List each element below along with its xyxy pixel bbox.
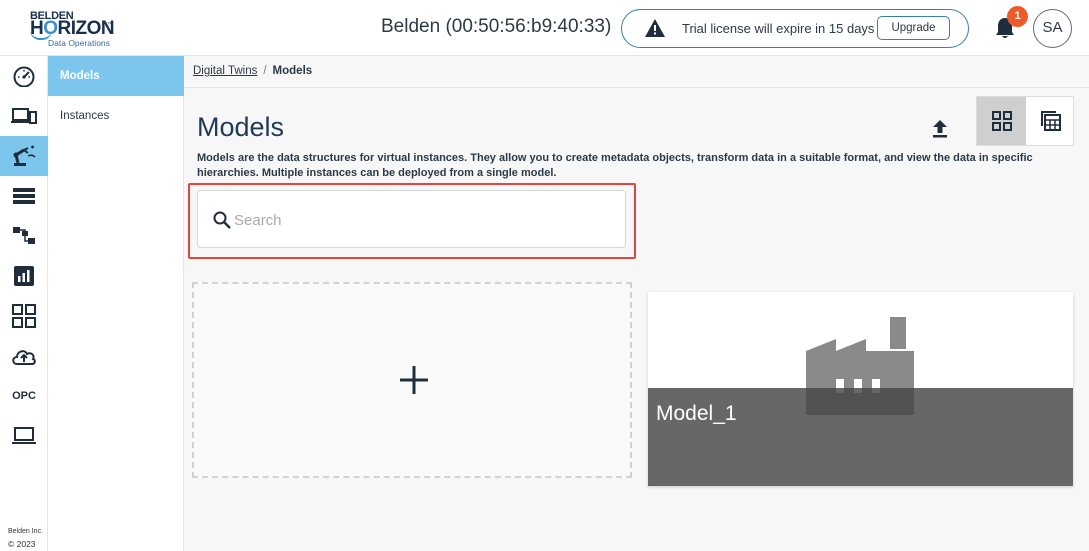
rail-item-dashboard[interactable]	[0, 56, 48, 96]
opc-icon: OPC	[12, 390, 36, 402]
sub-navigation: Models Instances	[48, 56, 184, 551]
search-box[interactable]	[197, 190, 626, 248]
dashboard-icon	[13, 66, 35, 87]
breadcrumb-current: Models	[272, 65, 313, 77]
rail-item-opc[interactable]: OPC	[0, 376, 48, 416]
rail-item-cloud[interactable]	[0, 336, 48, 376]
page-description: Models are the data structures for virtu…	[197, 152, 1033, 179]
rail-item-laptop[interactable]	[0, 416, 48, 456]
subnav-item-instances[interactable]: Instances	[48, 96, 184, 136]
model-card[interactable]: Model_1	[648, 292, 1073, 486]
footer-copyright: © 2023	[8, 539, 36, 549]
rail-item-devices[interactable]	[0, 96, 48, 136]
page-title: Models	[197, 112, 285, 142]
license-banner: Trial license will expire in 15 days Upg…	[621, 9, 969, 48]
devices-icon	[11, 108, 37, 124]
rail-footer: Belden Inc. © 2023	[8, 526, 43, 550]
list-icon	[13, 188, 35, 204]
grid-view-button[interactable]	[977, 97, 1026, 145]
breadcrumb-digital-twins[interactable]: Digital Twins	[193, 65, 257, 77]
add-model-card[interactable]	[192, 282, 632, 478]
breadcrumb-separator: /	[263, 65, 267, 77]
license-text: Trial license will expire in 15 days	[682, 21, 875, 36]
left-icon-rail: OPC Belden Inc. © 2023	[0, 56, 48, 551]
model-name: Model_1	[656, 402, 737, 425]
top-header: BELDEN HORIZON ™ Data Operations Belden …	[0, 0, 1089, 56]
apps-grid-icon	[12, 304, 36, 328]
logo-tagline: Data Operations	[48, 38, 110, 48]
notification-badge[interactable]: 1	[1007, 6, 1028, 27]
rail-item-list[interactable]	[0, 176, 48, 216]
warning-icon	[645, 19, 665, 37]
rail-item-apps[interactable]	[0, 296, 48, 336]
robot-arm-icon	[13, 145, 36, 166]
device-title: Belden (00:50:56:b9:40:33)	[381, 16, 612, 37]
belden-horizon-logo[interactable]: BELDEN HORIZON ™ Data Operations	[28, 10, 138, 48]
plus-icon	[400, 366, 428, 394]
chart-icon	[14, 266, 34, 286]
rail-item-digital-twins[interactable]	[0, 136, 48, 176]
model-card-overlay: Model_1	[648, 388, 1073, 486]
table-view-button[interactable]	[1026, 97, 1075, 145]
upload-icon[interactable]	[928, 116, 952, 140]
search-icon	[213, 211, 231, 229]
subnav-item-models[interactable]: Models	[48, 56, 184, 96]
main-content: Digital Twins / Models Models Models are…	[184, 56, 1089, 551]
search-input[interactable]	[234, 207, 614, 233]
table-view-icon	[1040, 111, 1061, 131]
cloud-upload-icon	[12, 350, 36, 365]
grid-view-icon	[991, 111, 1012, 131]
upgrade-button[interactable]: Upgrade	[877, 16, 950, 40]
breadcrumb: Digital Twins / Models	[193, 65, 312, 77]
laptop-icon	[12, 427, 36, 444]
footer-company: Belden Inc.	[8, 528, 44, 535]
hierarchy-icon	[13, 227, 35, 244]
rail-item-reports[interactable]	[0, 256, 48, 296]
user-avatar[interactable]: SA	[1033, 9, 1072, 48]
app-root: BELDEN HORIZON ™ Data Operations Belden …	[0, 0, 1089, 551]
logo-trademark: ™	[107, 22, 113, 28]
rail-item-hierarchy[interactable]	[0, 216, 48, 256]
view-mode-toggle	[976, 96, 1074, 146]
breadcrumb-divider	[184, 87, 1089, 88]
